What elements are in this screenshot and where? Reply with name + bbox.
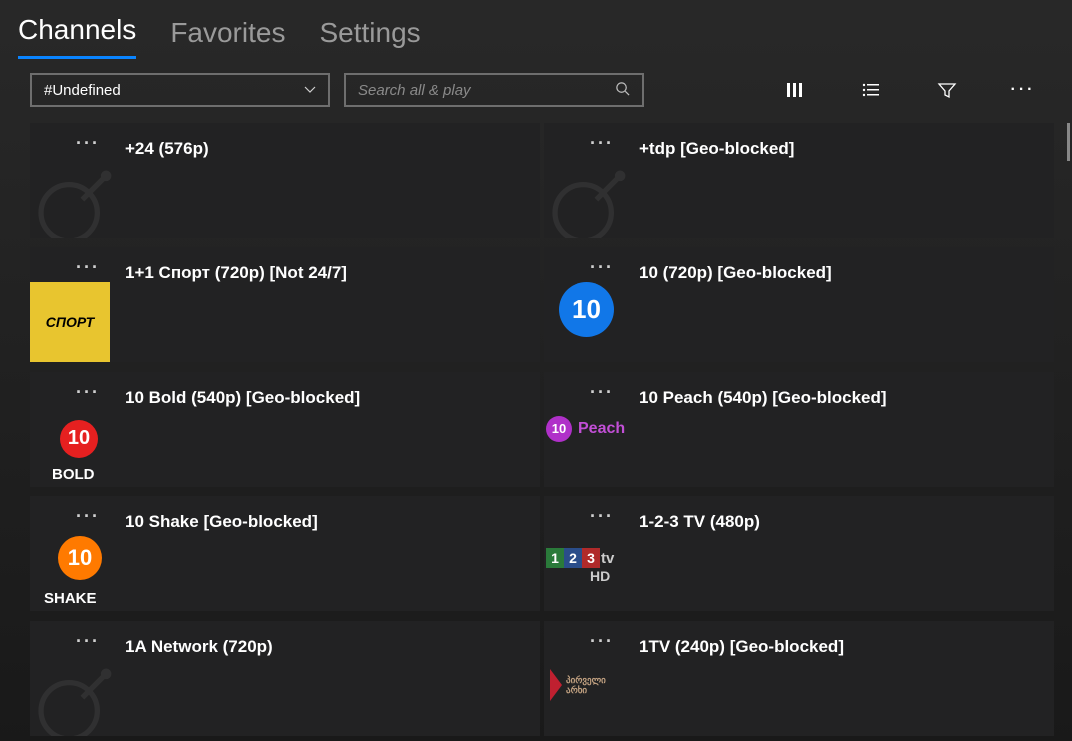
channel-thumb: 10 bbox=[544, 247, 639, 362]
columns-icon bbox=[785, 80, 805, 100]
channel-card[interactable]: ··· 1A Network (720p) bbox=[30, 621, 540, 736]
filter-icon bbox=[937, 80, 957, 100]
ten-logo: 10 bbox=[58, 536, 102, 580]
filter-button[interactable] bbox=[916, 71, 978, 109]
channel-thumb: 10 SHAKE bbox=[30, 496, 125, 611]
georgian-logo: პირველი არხი bbox=[550, 669, 606, 701]
main-tabs: Channels Favorites Settings bbox=[0, 0, 1072, 59]
channel-card[interactable]: ··· პირველი არხი 1TV (240p) [Geo-blocked… bbox=[544, 621, 1054, 736]
scrollbar[interactable] bbox=[1067, 123, 1070, 161]
sport-logo: СПОРТ bbox=[30, 282, 110, 362]
channel-thumb bbox=[544, 123, 639, 238]
dish-icon bbox=[34, 160, 122, 238]
channel-card[interactable]: ··· 10 SHAKE 10 Shake [Geo-blocked] bbox=[30, 496, 540, 611]
channel-title: 10 (720p) [Geo-blocked] bbox=[639, 247, 1054, 362]
channel-card[interactable]: ··· +tdp [Geo-blocked] bbox=[544, 123, 1054, 238]
dropdown-selected: #Undefined bbox=[44, 82, 121, 99]
dish-icon bbox=[548, 160, 636, 238]
list-icon bbox=[861, 80, 881, 100]
channel-card[interactable]: ··· СПОРТ 1+1 Спорт (720p) [Not 24/7] bbox=[30, 247, 540, 362]
bold-label: BOLD bbox=[52, 466, 95, 483]
channel-title: 1+1 Спорт (720p) [Not 24/7] bbox=[125, 247, 540, 362]
channel-thumb bbox=[30, 621, 125, 736]
channel-card[interactable]: ··· 10 10 (720p) [Geo-blocked] bbox=[544, 247, 1054, 362]
columns-view-button[interactable] bbox=[764, 71, 826, 109]
ten-logo: 10 bbox=[559, 282, 614, 337]
channel-card[interactable]: ··· 10 Peach 10 Peach (540p) [Geo-blocke… bbox=[544, 372, 1054, 487]
channel-title: +24 (576p) bbox=[125, 123, 540, 238]
channel-card[interactable]: ··· +24 (576p) bbox=[30, 123, 540, 238]
dish-icon bbox=[34, 658, 122, 736]
channel-title: 1-2-3 TV (480p) bbox=[639, 496, 1054, 611]
search-box[interactable] bbox=[344, 73, 644, 107]
chevron-down-icon bbox=[304, 83, 316, 98]
toolbar: #Undefined bbox=[0, 59, 1072, 123]
more-icon: ··· bbox=[1011, 81, 1036, 99]
tab-favorites[interactable]: Favorites bbox=[170, 17, 285, 59]
channel-thumb bbox=[30, 123, 125, 238]
tab-channels[interactable]: Channels bbox=[18, 14, 136, 59]
tv123-logo: 1 2 3 tv HD bbox=[546, 548, 614, 584]
channel-title: 10 Peach (540p) [Geo-blocked] bbox=[639, 372, 1054, 487]
search-input[interactable] bbox=[358, 82, 615, 99]
list-view-button[interactable] bbox=[840, 71, 902, 109]
channel-title: 10 Bold (540p) [Geo-blocked] bbox=[125, 372, 540, 487]
channel-title: +tdp [Geo-blocked] bbox=[639, 123, 1054, 238]
tab-settings[interactable]: Settings bbox=[319, 17, 420, 59]
search-icon[interactable] bbox=[615, 81, 630, 99]
channel-thumb: СПОРТ bbox=[30, 247, 125, 362]
more-button[interactable]: ··· bbox=[992, 71, 1054, 109]
ten-logo: 10 bbox=[60, 420, 98, 458]
channel-thumb: 1 2 3 tv HD bbox=[544, 496, 639, 611]
channel-thumb: პირველი არხი bbox=[544, 621, 639, 736]
channel-thumb: 10 Peach bbox=[544, 372, 639, 487]
channel-title: 1TV (240p) [Geo-blocked] bbox=[639, 621, 1054, 736]
channel-thumb: 10 BOLD bbox=[30, 372, 125, 487]
peach-logo: 10 Peach bbox=[546, 416, 625, 442]
channel-card[interactable]: ··· 10 BOLD 10 Bold (540p) [Geo-blocked] bbox=[30, 372, 540, 487]
category-dropdown[interactable]: #Undefined bbox=[30, 73, 330, 107]
channel-card[interactable]: ··· 1 2 3 tv HD 1-2-3 TV (480p) bbox=[544, 496, 1054, 611]
channel-title: 1A Network (720p) bbox=[125, 621, 540, 736]
channel-title: 10 Shake [Geo-blocked] bbox=[125, 496, 540, 611]
shake-label: SHAKE bbox=[44, 590, 97, 607]
channel-grid: ··· +24 (576p) ··· +tdp [Geo-blocked] ··… bbox=[30, 123, 1072, 741]
